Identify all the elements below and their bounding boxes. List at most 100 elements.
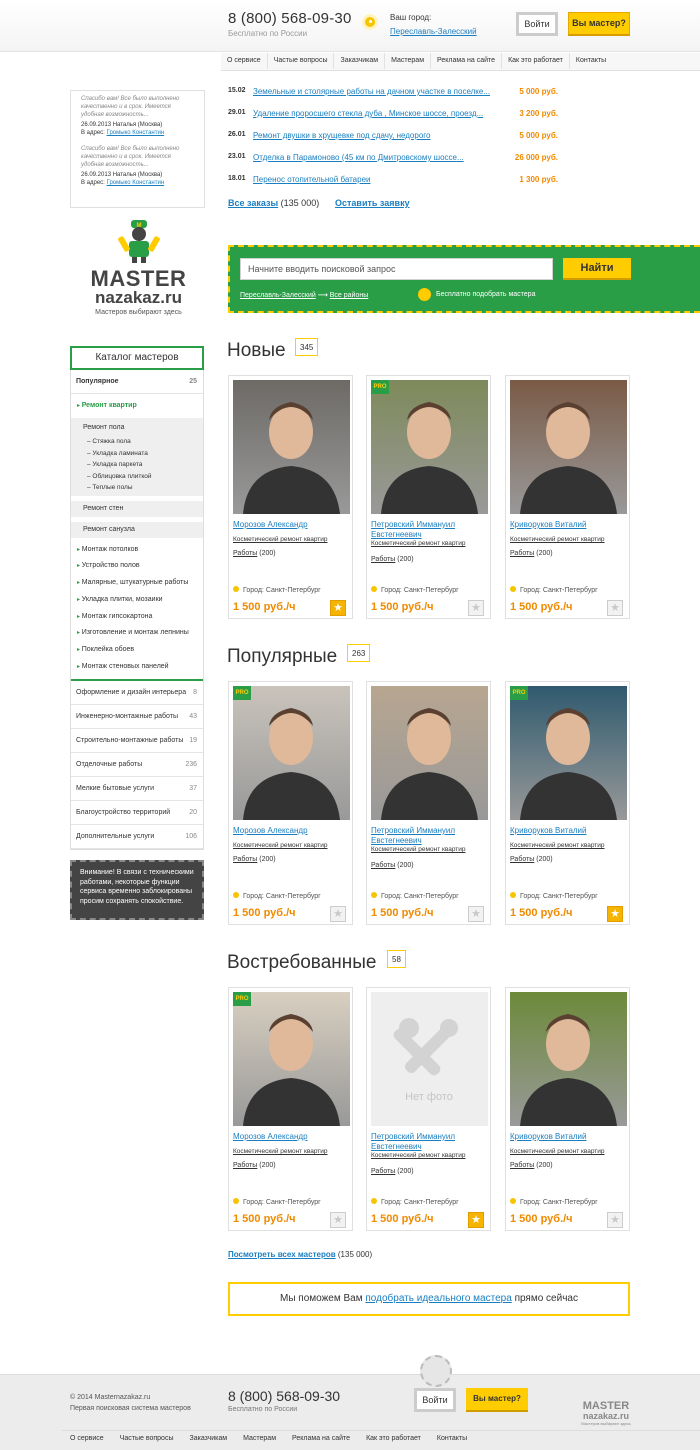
master-specialty[interactable]: Косметический ремонт квартир [371,539,487,549]
master-specialty[interactable]: Косметический ремонт квартир [371,845,487,855]
catalog-item[interactable]: Укладка плитки, мозаики [71,592,203,609]
master-name-link[interactable]: Морозов Александр [233,1132,350,1142]
catalog-group[interactable]: Мелкие бытовые услуги 37 [71,777,203,801]
favorite-star-icon[interactable]: ★ [607,600,623,616]
catalog-item-bath[interactable]: Ремонт санузла [71,520,203,538]
search-input[interactable]: Начните вводить поисковой запрос [240,258,553,280]
catalog-popular[interactable]: Популярное 25 [71,370,203,394]
footer-nav-how-it-works[interactable]: Как это работает [358,1431,429,1447]
catalog-group[interactable]: Оформление и дизайн интерьера 8 [71,681,203,705]
footer-nav-contacts[interactable]: Контакты [429,1431,475,1447]
master-specialty[interactable]: Косметический ремонт квартир [233,535,349,545]
login-button[interactable]: Войти [516,12,558,36]
catalog-subitem[interactable]: Теплые полы [71,482,203,494]
see-all-masters-link[interactable]: Посмотреть всех мастеров [228,1250,336,1259]
nav-faq[interactable]: Частые вопросы [268,53,335,69]
catalog-item[interactable]: Изготовление и монтаж лепнины [71,625,203,642]
all-orders-link[interactable]: Все заказы [228,198,278,208]
master-photo[interactable] [371,380,488,514]
footer-nav-masters[interactable]: Мастерам [235,1431,284,1447]
catalog-item[interactable]: Монтаж потолков [71,542,203,559]
master-name-link[interactable]: Криворуков Виталий [510,520,627,530]
order-link[interactable]: Удаление проросшего стекла дуба , Минско… [253,109,498,118]
master-photo[interactable] [233,992,350,1126]
city-select-link[interactable]: Переславль-Залесский [390,27,477,36]
footer-logo[interactable]: MASTER nazakaz.ru Мастеров выбирают здес… [578,1385,634,1427]
catalog-subitem[interactable]: Укладка паркета [71,459,203,471]
master-specialty[interactable]: Косметический ремонт квартир [233,841,349,851]
master-specialty[interactable]: Косметический ремонт квартир [510,841,626,851]
nav-customers[interactable]: Заказчикам [334,53,386,69]
master-photo[interactable] [510,380,627,514]
site-logo[interactable]: M MASTER nazakaz.ru Мастеров выбирают зд… [86,218,191,316]
favorite-star-icon[interactable]: ★ [330,1212,346,1228]
master-specialty[interactable]: Косметический ремонт квартир [371,1151,487,1161]
review-addressee-link[interactable]: Громыко Константин [107,130,165,136]
header-phone[interactable]: 8 (800) 568-09-30 [228,10,351,27]
master-name-link[interactable]: Петровский Иммануил Евстегнеевич [371,826,488,846]
catalog-subitem[interactable]: Укладка ламината [71,448,203,460]
master-name-link[interactable]: Морозов Александр [233,520,350,530]
catalog-item[interactable]: Малярные, штукатурные работы [71,575,203,592]
master-card[interactable]: Петровский Иммануил Евстегнеевич Косметич… [366,681,491,925]
favorite-star-icon[interactable]: ★ [607,906,623,922]
catalog-subitem[interactable]: Стяжка пола [71,436,203,448]
catalog-group[interactable]: Отделочные работы 236 [71,753,203,777]
catalog-group[interactable]: Строительно-монтажные работы 19 [71,729,203,753]
master-card[interactable]: PRO Морозов Александр Косметический ремонт… [228,681,353,925]
new-order-link[interactable]: Оставить заявку [335,198,410,208]
master-card[interactable]: PRO Морозов Александр Косметический ремонт… [228,987,353,1231]
master-jobs[interactable]: Работы (200) [233,550,276,557]
catalog-item[interactable]: Поклейка обоев [71,642,203,659]
help-pick-master-link[interactable]: подобрать идеального мастера [365,1293,511,1304]
master-card[interactable]: Нет фото Петровский Иммануил Евстегнеевич… [366,987,491,1231]
favorite-star-icon[interactable]: ★ [468,600,484,616]
master-specialty[interactable]: Косметический ремонт квартир [510,535,626,545]
catalog-group[interactable]: Дополнительные услуги 106 [71,825,203,849]
nav-about[interactable]: О сервисе [221,53,268,69]
master-jobs[interactable]: Работы (200) [510,1162,553,1169]
order-link[interactable]: Земельные и столярные работы на дачном у… [253,87,498,96]
order-link[interactable]: Перенос отопительной батареи [253,175,498,184]
catalog-group[interactable]: Инженерно-монтажные работы 43 [71,705,203,729]
review-addressee-link[interactable]: Громыко Константин [107,180,165,186]
master-jobs[interactable]: Работы (200) [233,1162,276,1169]
favorite-star-icon[interactable]: ★ [468,1212,484,1228]
order-link[interactable]: Ремонт двушки в хрущевке под сдачу, недо… [253,131,498,140]
master-name-link[interactable]: Криворуков Виталий [510,826,627,836]
master-card[interactable]: PRO Криворуков Виталий Косметический ремон… [505,681,630,925]
catalog-item-walls[interactable]: Ремонт стен [71,499,203,517]
catalog-item[interactable]: Устройство полов [71,558,203,575]
favorite-star-icon[interactable]: ★ [468,906,484,922]
master-jobs[interactable]: Работы (200) [510,550,553,557]
master-photo[interactable] [510,992,627,1126]
master-card[interactable]: PRO Петровский Иммануил Евстегнеевич Косме… [366,375,491,619]
master-jobs[interactable]: Работы (200) [233,856,276,863]
master-name-link[interactable]: Криворуков Виталий [510,1132,627,1142]
master-card[interactable]: Криворуков Виталий Косметический ремонт к… [505,987,630,1231]
master-card[interactable]: Криворуков Виталий Косметический ремонт к… [505,375,630,619]
order-link[interactable]: Отделка в Парамоново (45 км по Дмитровск… [253,153,498,162]
footer-master-button[interactable]: Вы мастер? [466,1388,528,1412]
master-jobs[interactable]: Работы (200) [510,856,553,863]
footer-nav-faq[interactable]: Частые вопросы [112,1431,182,1447]
catalog-subitem[interactable]: Облицовка плиткой [71,471,203,483]
favorite-star-icon[interactable]: ★ [330,600,346,616]
nav-contacts[interactable]: Контакты [570,53,612,69]
footer-nav-customers[interactable]: Заказчикам [181,1431,235,1447]
catalog-group[interactable]: Благоустройство территорий 20 [71,801,203,825]
master-photo[interactable] [510,686,627,820]
favorite-star-icon[interactable]: ★ [330,906,346,922]
free-pick-master-link[interactable]: Бесплатно подобрать мастера [418,288,535,301]
master-name-link[interactable]: Морозов Александр [233,826,350,836]
nav-how-it-works[interactable]: Как это работает [502,53,570,69]
no-photo-placeholder[interactable]: Нет фото [371,992,488,1126]
master-photo[interactable] [233,686,350,820]
master-name-link[interactable]: Петровский Иммануил Евстегнеевич [371,520,488,540]
master-jobs[interactable]: Работы (200) [371,1168,414,1175]
footer-nav-about[interactable]: О сервисе [62,1431,112,1447]
nav-masters[interactable]: Мастерам [385,53,432,69]
footer-phone[interactable]: 8 (800) 568-09-30 [228,1388,340,1404]
catalog-title[interactable]: Каталог мастеров [70,346,204,370]
master-specialty[interactable]: Косметический ремонт квартир [510,1147,626,1157]
